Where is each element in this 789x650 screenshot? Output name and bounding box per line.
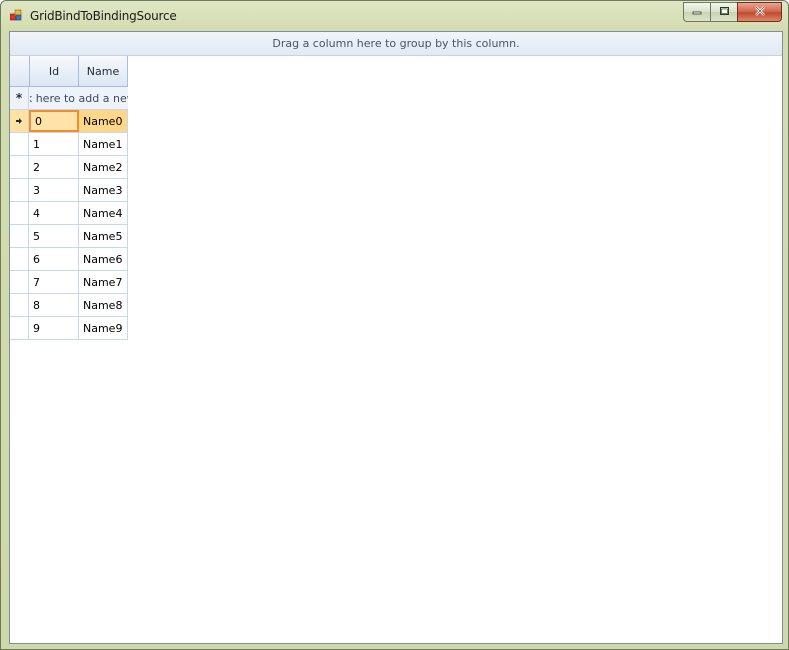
cell-name[interactable]: Name0	[79, 110, 128, 132]
column-header-row: Id Name	[10, 56, 128, 87]
row-indicator[interactable]	[10, 110, 29, 132]
row-indicator[interactable]	[10, 156, 29, 178]
row-indicator[interactable]	[10, 294, 29, 316]
row-indicator[interactable]	[10, 248, 29, 270]
table-row[interactable]: 7 Name7	[10, 271, 128, 294]
cell-name[interactable]: Name1	[79, 133, 128, 155]
minimize-icon	[692, 6, 702, 19]
cell-id[interactable]: 7	[29, 271, 79, 293]
group-panel-text: Drag a column here to group by this colu…	[272, 37, 520, 50]
table-row[interactable]: 8 Name8	[10, 294, 128, 317]
table-row[interactable]: 6 Name6	[10, 248, 128, 271]
cell-name[interactable]: Name6	[79, 248, 128, 270]
row-indicator[interactable]	[10, 179, 29, 201]
cell-id[interactable]: 6	[29, 248, 79, 270]
header-indicator-cell[interactable]	[10, 56, 30, 86]
column-header-name[interactable]: Name	[79, 56, 128, 86]
table-row[interactable]: 5 Name5	[10, 225, 128, 248]
cell-id[interactable]: 5	[29, 225, 79, 247]
grid-control: Drag a column here to group by this colu…	[9, 31, 783, 644]
cell-id[interactable]: 8	[29, 294, 79, 316]
app-window: GridBindToBindingSource Drag a column he…	[0, 0, 789, 650]
window-title: GridBindToBindingSource	[30, 9, 177, 23]
cell-name[interactable]: Name7	[79, 271, 128, 293]
caption-buttons	[683, 2, 782, 22]
column-header-label: Name	[86, 64, 120, 78]
app-icon[interactable]	[9, 9, 22, 21]
row-indicator[interactable]	[10, 271, 29, 293]
cell-name[interactable]: Name2	[79, 156, 128, 178]
close-button[interactable]	[737, 2, 782, 22]
cell-id[interactable]: 4	[29, 202, 79, 224]
new-item-row[interactable]: * Click here to add a new row	[10, 87, 128, 110]
table-row[interactable]: 0 Name0	[10, 110, 128, 133]
row-indicator[interactable]	[10, 225, 29, 247]
maximize-icon	[719, 6, 730, 19]
cell-name[interactable]: Name5	[79, 225, 128, 247]
new-row-text: Click here to add a new row	[30, 91, 128, 105]
minimize-button[interactable]	[683, 2, 710, 22]
table-row[interactable]: 9 Name9	[10, 317, 128, 340]
cell-name[interactable]: Name9	[79, 317, 128, 339]
cell-id[interactable]: 1	[29, 133, 79, 155]
title-bar[interactable]: GridBindToBindingSource	[1, 1, 788, 31]
row-indicator[interactable]	[10, 202, 29, 224]
new-row-indicator: *	[10, 87, 29, 109]
column-header-label: Id	[48, 64, 60, 78]
cell-id[interactable]: 3	[29, 179, 79, 201]
maximize-button[interactable]	[710, 2, 737, 22]
table-row[interactable]: 3 Name3	[10, 179, 128, 202]
cell-name[interactable]: Name4	[79, 202, 128, 224]
table-row[interactable]: 2 Name2	[10, 156, 128, 179]
row-indicator-arrow-icon	[15, 115, 23, 128]
close-icon	[754, 5, 766, 19]
table-row[interactable]: 4 Name4	[10, 202, 128, 225]
row-indicator[interactable]	[10, 133, 29, 155]
asterisk-icon: *	[15, 91, 23, 105]
column-header-id[interactable]: Id	[30, 56, 79, 86]
cell-id[interactable]: 9	[29, 317, 79, 339]
table-row[interactable]: 1 Name1	[10, 133, 128, 156]
cell-id[interactable]: 0	[29, 110, 79, 132]
cell-name[interactable]: Name8	[79, 294, 128, 316]
cell-name[interactable]: Name3	[79, 179, 128, 201]
row-indicator[interactable]	[10, 317, 29, 339]
cell-id[interactable]: 2	[29, 156, 79, 178]
group-panel[interactable]: Drag a column here to group by this colu…	[10, 32, 782, 56]
